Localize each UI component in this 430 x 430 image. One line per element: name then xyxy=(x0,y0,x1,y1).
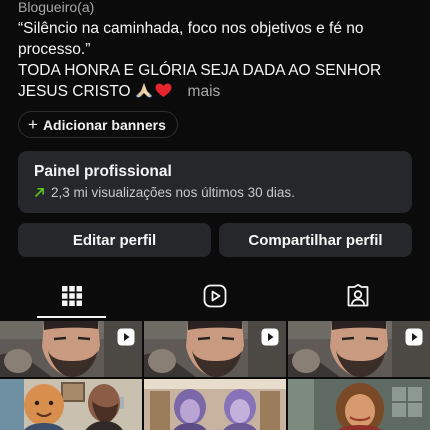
grid-icon xyxy=(61,286,82,306)
bio-line-2: processo.” xyxy=(18,41,91,58)
profile-tabs xyxy=(0,272,430,320)
cartoon-women-corridor-thumbnail xyxy=(144,379,286,430)
reel-badge-icon xyxy=(261,328,279,346)
bio-line-4: JESUS CRISTO mais xyxy=(18,81,418,102)
post-thumbnail-reel-3[interactable] xyxy=(288,321,430,377)
trending-up-arrow-icon xyxy=(34,188,44,198)
bio-more-link[interactable]: mais xyxy=(188,83,221,100)
post-thumbnail-reel-1[interactable] xyxy=(0,321,142,377)
praying-hands-icon xyxy=(135,83,152,98)
add-banners-label: Adicionar banners xyxy=(42,116,166,133)
add-banners-button[interactable]: + Adicionar banners xyxy=(18,111,178,138)
professional-dashboard-stats-text: 2,3 mi visualizações nos últimos 30 dias… xyxy=(51,185,295,200)
red-heart-icon xyxy=(155,83,172,97)
tab-tagged[interactable] xyxy=(287,272,430,320)
tagged-icon xyxy=(347,284,369,307)
cartoon-men-office-thumbnail xyxy=(0,379,142,430)
profile-actions: Editar perfil Compartilhar perfil xyxy=(18,223,412,257)
post-thumbnail-image-1[interactable] xyxy=(0,379,142,430)
bio-line-1: “Silêncio na caminhada, foco nos objetiv… xyxy=(18,20,364,37)
tab-reels[interactable] xyxy=(143,272,286,320)
share-profile-button[interactable]: Compartilhar perfil xyxy=(219,223,412,257)
post-thumbnail-image-2[interactable] xyxy=(144,379,286,430)
profile-category: Blogueiro(a) xyxy=(18,0,95,15)
professional-dashboard-stats: 2,3 mi visualizações nos últimos 30 dias… xyxy=(34,185,396,200)
posts-grid xyxy=(0,321,430,430)
post-thumbnail-reel-2[interactable] xyxy=(144,321,286,377)
post-thumbnail-image-3[interactable] xyxy=(288,379,430,430)
bio-line-3: TODA HONRA E GLÓRIA SEJA DADA AO SENHOR xyxy=(18,62,382,79)
bio-line-4-text: JESUS CRISTO xyxy=(18,83,131,100)
cartoon-woman-office-thumbnail xyxy=(288,379,430,430)
plus-icon: + xyxy=(28,115,38,134)
professional-dashboard-card[interactable]: Painel profissional 2,3 mi visualizações… xyxy=(18,151,412,213)
edit-profile-button[interactable]: Editar perfil xyxy=(18,223,211,257)
reel-badge-icon xyxy=(117,328,135,346)
reel-badge-icon xyxy=(405,328,423,346)
profile-bio: “Silêncio na caminhada, foco nos objetiv… xyxy=(18,18,418,102)
reels-icon xyxy=(203,284,227,308)
professional-dashboard-title: Painel profissional xyxy=(34,163,172,180)
tab-posts-grid[interactable] xyxy=(0,272,143,320)
